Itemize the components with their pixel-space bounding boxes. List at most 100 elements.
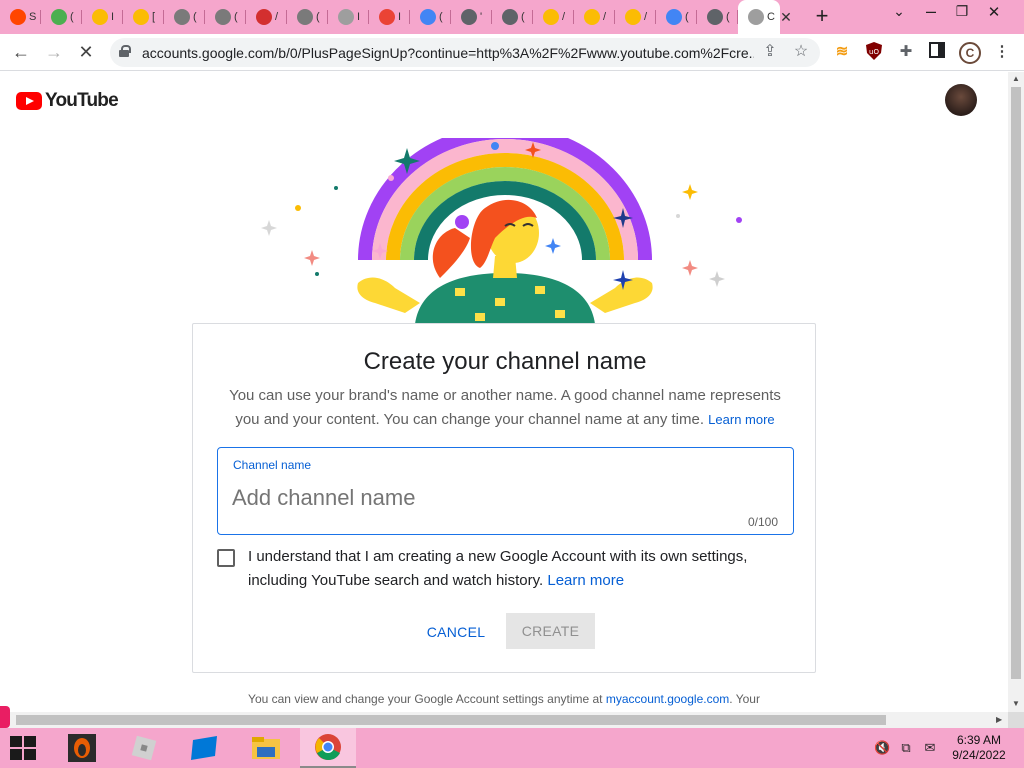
rss-extension-icon[interactable]: ≋ [832,42,852,62]
google-drive-icon [625,9,641,25]
myaccount-link[interactable]: myaccount.google.com [606,692,729,706]
google-icon [420,9,436,25]
google-drive-icon [92,9,108,25]
window-close-button[interactable]: ✕ [979,3,1009,21]
browser-tab[interactable]: ( [41,0,82,34]
ublock-shield-icon[interactable]: uO [864,42,884,62]
channel-name-field[interactable]: Channel name 0/100 [217,447,794,535]
acknowledge-learn-more-link[interactable]: Learn more [547,572,624,589]
channel-name-input[interactable] [232,482,772,514]
url-text[interactable]: accounts.google.com/b/0/PlusPageSignUp?c… [142,45,754,61]
gear-icon [461,9,477,25]
profile-avatar-button[interactable]: C [959,42,981,64]
action-center-icon[interactable]: ✉ [922,740,938,756]
browser-tab[interactable]: S [0,0,41,34]
footer-text: You can view and change your Google Acco… [248,692,603,706]
browser-tab[interactable]: ( [164,0,205,34]
vertical-scroll-thumb[interactable] [1011,87,1021,679]
browser-tab[interactable]: I [328,0,369,34]
scroll-up-arrow-icon[interactable]: ▲ [1012,74,1020,83]
browser-tab[interactable]: ' [451,0,492,34]
browser-tab[interactable]: ( [697,0,738,34]
browser-tab[interactable]: ( [410,0,451,34]
google-drive-icon [543,9,559,25]
cancel-button[interactable]: CANCEL [419,614,493,650]
forward-button[interactable]: → [42,40,66,64]
active-browser-tab[interactable]: C [738,0,780,34]
create-button[interactable]: CREATE [506,613,595,649]
restore-button[interactable]: ❐ [947,3,977,20]
file-explorer-taskbar-icon[interactable] [238,728,294,768]
minimize-button[interactable]: – [916,1,946,22]
tab-title: I [398,11,402,23]
browser-tab[interactable]: ( [287,0,328,34]
browser-tab[interactable]: / [615,0,656,34]
chrome-taskbar-icon[interactable] [300,728,356,768]
youtube-play-icon [16,92,42,110]
bookmark-star-icon[interactable]: ☆ [791,42,811,62]
tab-title: ( [234,11,238,23]
windows-taskbar: 🔇 ⧉ ✉ 6:39 AM 9/24/2022 [0,728,1024,768]
browser-tab[interactable]: ( [492,0,533,34]
address-bar[interactable]: accounts.google.com/b/0/PlusPageSignUp?c… [110,38,820,67]
acknowledge-label[interactable]: I understand that I am creating a new Go… [248,545,788,593]
browser-toolbar: ← → ✕ accounts.google.com/b/0/PlusPageSi… [0,34,1024,71]
globe-icon [174,9,190,25]
browser-tab[interactable]: [ [123,0,164,34]
card-description: You can use your brand's name or another… [217,384,793,432]
svg-text:uO: uO [869,48,879,56]
browser-tab[interactable]: I [369,0,410,34]
browser-tab[interactable]: / [574,0,615,34]
scroll-down-arrow-icon[interactable]: ▼ [1012,699,1020,708]
youtube-header: YouTube [0,72,1008,128]
tab-title: ( [726,11,730,23]
browser-tab[interactable]: / [533,0,574,34]
close-tab-icon[interactable]: ✕ [778,9,794,25]
youtube-logo[interactable]: YouTube [16,90,119,112]
chrome-icon [502,9,518,25]
network-icon[interactable]: ⧉ [898,740,914,756]
browser-tab[interactable]: / [246,0,287,34]
page-content: YouTube Create your channel name You can… [0,72,1008,712]
extensions-puzzle-icon[interactable]: ✚ [896,42,916,62]
learn-more-link[interactable]: Learn more [708,412,774,427]
volume-muted-icon[interactable]: 🔇 [874,740,890,756]
acknowledge-checkbox[interactable] [217,549,235,567]
description-text: You can use your brand's name or another… [229,387,781,428]
back-button[interactable]: ← [9,40,33,64]
menu-kebab-icon[interactable]: ⋮ [992,42,1012,62]
taskbar-clock[interactable]: 6:39 AM 9/24/2022 [944,733,1014,763]
horizontal-scroll-thumb[interactable] [16,715,886,725]
tab-search-chevron-icon[interactable]: ⌄ [884,3,914,20]
tab-title: I [357,11,361,23]
lock-icon[interactable] [119,45,131,57]
scroll-right-arrow-icon[interactable]: ▶ [996,715,1002,724]
chrome-icon [707,9,723,25]
vertical-scrollbar[interactable]: ▲ ▼ [1008,72,1024,712]
character-counter: 0/100 [747,515,778,529]
rainbow-illustration [261,138,742,324]
youtube-wordmark: YouTube [45,90,119,111]
tab-title: ( [439,11,443,23]
roblox-taskbar-icon[interactable] [116,728,172,768]
clock-date: 9/24/2022 [952,748,1006,762]
globe-icon [297,9,313,25]
browser-tab[interactable]: ( [205,0,246,34]
new-tab-button[interactable]: + [811,5,833,27]
horizontal-scrollbar[interactable]: ▶ [0,712,1008,728]
browser-tab[interactable]: I [82,0,123,34]
browser-tab[interactable]: ( [656,0,697,34]
stop-loading-button[interactable]: ✕ [74,40,98,64]
side-panel-icon[interactable] [927,42,947,62]
account-avatar[interactable] [945,84,977,116]
windows-store-taskbar-icon[interactable] [176,728,232,768]
tab-title: ( [685,11,689,23]
loading-spinner-icon [748,9,764,25]
windows-start-icon[interactable] [10,736,36,760]
side-tab-handle[interactable] [0,706,10,728]
roblox-icon [338,9,354,25]
tab-title: ( [70,11,74,23]
clock-time: 6:39 AM [956,733,1002,747]
taskbar-app-icon-1[interactable] [54,728,110,768]
share-icon[interactable]: ⇪ [760,42,780,62]
